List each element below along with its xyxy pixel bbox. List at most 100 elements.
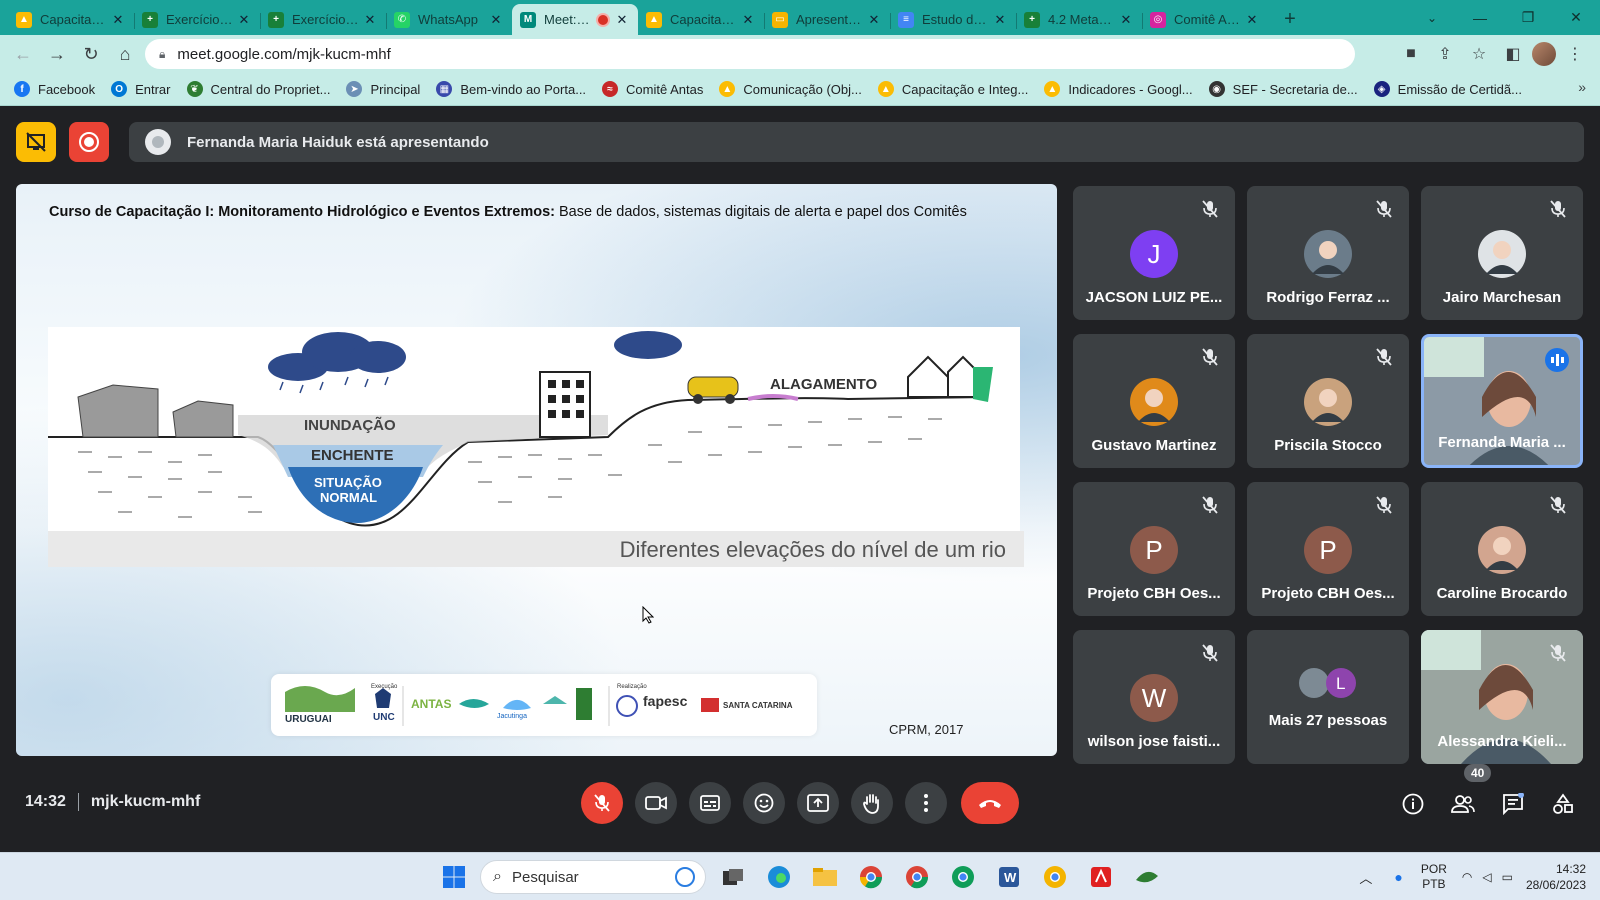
clock-date[interactable]: 14:32 28/06/2023 xyxy=(1526,861,1586,893)
chat-button[interactable] xyxy=(1493,784,1533,824)
browser-tab[interactable]: + Exercício para✕ xyxy=(134,4,260,35)
participant-tile[interactable]: Alessandra Kieli... xyxy=(1421,630,1583,764)
acrobat-icon[interactable] xyxy=(1086,862,1116,892)
input-language[interactable]: POR PTB xyxy=(1421,862,1447,892)
people-button[interactable] xyxy=(1443,784,1483,824)
reactions-button[interactable] xyxy=(743,782,785,824)
browser-tab[interactable]: ▲ Capacitação ✕ xyxy=(638,4,764,35)
share-icon[interactable]: ⇪ xyxy=(1430,39,1460,69)
taskbar-search[interactable]: ⌕ Pesquisar xyxy=(480,860,706,894)
chrome-profile-icon-3[interactable] xyxy=(1040,862,1070,892)
camera-toggle-button[interactable] xyxy=(635,782,677,824)
stop-presenting-button[interactable] xyxy=(16,122,56,162)
participant-tile[interactable]: Rodrigo Ferraz ... xyxy=(1247,186,1409,320)
bing-icon[interactable] xyxy=(675,867,695,887)
chrome-icon[interactable] xyxy=(856,862,886,892)
volume-icon[interactable]: ◁ xyxy=(1482,870,1491,884)
battery-icon[interactable]: ▭ xyxy=(1502,870,1513,884)
bookmark-item[interactable]: ➤ Principal xyxy=(346,81,420,97)
camera-in-use-icon[interactable]: ■ xyxy=(1396,39,1426,69)
bookmark-item[interactable]: ≈ Comitê Antas xyxy=(602,81,703,97)
address-bar[interactable]: 🔒︎ meet.google.com/mjk-kucm-mhf xyxy=(145,39,1355,69)
captions-button[interactable] xyxy=(689,782,731,824)
browser-tab[interactable]: + Exercício para✕ xyxy=(260,4,386,35)
participant-tile[interactable]: Caroline Brocardo xyxy=(1421,482,1583,616)
bookmark-item[interactable]: ◈ Emissão de Certidã... xyxy=(1373,81,1522,97)
bookmark-item[interactable]: ▲ Capacitação e Integ... xyxy=(877,81,1028,97)
side-panel-icon[interactable]: ◧ xyxy=(1498,39,1528,69)
tab-close-icon[interactable]: ✕ xyxy=(866,12,882,28)
tab-close-icon[interactable]: ✕ xyxy=(740,12,756,28)
wifi-icon[interactable]: ◠ xyxy=(1462,870,1472,884)
bookmark-item[interactable]: f Facebook xyxy=(14,81,95,97)
tab-close-icon[interactable]: ✕ xyxy=(362,12,378,28)
file-explorer-icon[interactable] xyxy=(810,862,840,892)
browser-tab[interactable]: ▲ Capacitação ✕ xyxy=(8,4,134,35)
chrome-profile-icon-2[interactable] xyxy=(948,862,978,892)
browser-tab[interactable]: +4.2 Metas do ✕ xyxy=(1016,4,1142,35)
tab-search-icon[interactable]: ⌄ xyxy=(1420,6,1444,30)
bookmark-label: Facebook xyxy=(38,81,96,97)
raise-hand-button[interactable] xyxy=(851,782,893,824)
close-window-icon[interactable]: ✕ xyxy=(1552,0,1600,35)
forward-icon[interactable]: → xyxy=(40,39,74,69)
browser-tab[interactable]: ✆ WhatsApp ✕ xyxy=(386,4,512,35)
taskbar-search-placeholder: Pesquisar xyxy=(511,868,579,886)
minimize-icon[interactable]: — xyxy=(1456,0,1504,35)
browser-tab[interactable]: ◎ Comitê Antas ✕ xyxy=(1142,4,1268,35)
back-icon[interactable]: ← xyxy=(6,39,40,69)
tab-close-icon[interactable]: ✕ xyxy=(992,12,1008,28)
reload-icon[interactable]: ↻ xyxy=(74,39,108,69)
tab-close-icon[interactable]: ✕ xyxy=(488,12,504,28)
windows-start-icon[interactable] xyxy=(439,862,469,892)
tab-close-icon[interactable]: ✕ xyxy=(236,12,252,28)
tab-close-icon[interactable]: ✕ xyxy=(110,12,126,28)
mic-toggle-button[interactable] xyxy=(581,782,623,824)
participant-tile[interactable]: Gustavo Martinez xyxy=(1073,334,1235,468)
new-tab-icon[interactable]: + xyxy=(1276,5,1304,33)
meeting-details-button[interactable] xyxy=(1393,784,1433,824)
leave-call-button[interactable] xyxy=(961,782,1019,824)
browser-tab[interactable]: M Meet: mjk-kucm-mhf ✕ xyxy=(512,4,638,35)
more-options-button[interactable] xyxy=(905,782,947,824)
menu-kebab-icon[interactable]: ⋮ xyxy=(1560,39,1590,69)
tab-close-icon[interactable]: ✕ xyxy=(1118,12,1134,28)
chrome-profile-icon[interactable] xyxy=(902,862,932,892)
bookmark-item[interactable]: O Entrar xyxy=(111,81,171,97)
participant-tile[interactable]: P Projeto CBH Oes... xyxy=(1073,482,1235,616)
participant-tile[interactable]: Fernanda Maria ... xyxy=(1421,334,1583,468)
app-leaf-icon[interactable] xyxy=(1132,862,1162,892)
microphone-icon[interactable]: ● xyxy=(1394,869,1402,885)
situacao-label: SITUAÇÃO xyxy=(314,475,382,490)
bookmarks-overflow-icon[interactable]: » xyxy=(1578,79,1586,95)
present-now-button[interactable] xyxy=(797,782,839,824)
browser-tab[interactable]: ≡ Estudo de Caso✕ xyxy=(890,4,1016,35)
browser-tab[interactable]: ▭ Apresentação✕ xyxy=(764,4,890,35)
bookmark-item[interactable]: ▲ Indicadores - Googl... xyxy=(1044,81,1193,97)
word-icon[interactable]: W xyxy=(994,862,1024,892)
tab-favicon-icon: ▭ xyxy=(772,11,788,28)
home-icon[interactable]: ⌂ xyxy=(108,39,142,69)
activities-button[interactable] xyxy=(1543,784,1583,824)
bookmark-item[interactable]: ▦ Bem-vindo ao Porta... xyxy=(436,81,586,97)
edge-icon[interactable] xyxy=(764,862,794,892)
lock-icon[interactable]: 🔒︎ xyxy=(159,47,165,62)
participant-tile[interactable]: P Projeto CBH Oes... xyxy=(1247,482,1409,616)
participant-tile[interactable]: Wwilson jose faisti... xyxy=(1073,630,1235,764)
logo-unc: UNC xyxy=(373,712,395,723)
bookmark-item[interactable]: ❦ Central do Propriet... xyxy=(186,81,330,97)
bookmark-item[interactable]: ◉ SEF - Secretaria de... xyxy=(1208,81,1358,97)
recording-button[interactable] xyxy=(69,122,109,162)
task-view-icon[interactable] xyxy=(718,862,748,892)
bookmark-item[interactable]: ▲ Comunicação (Obj... xyxy=(719,81,862,97)
tab-close-icon[interactable]: ✕ xyxy=(1244,12,1260,28)
profile-avatar[interactable] xyxy=(1532,42,1556,66)
participant-tile[interactable]: L Mais 27 pessoas xyxy=(1247,630,1409,764)
maximize-icon[interactable]: ❐ xyxy=(1504,0,1552,35)
participant-tile[interactable]: J JACSON LUIZ PE... xyxy=(1073,186,1235,320)
tab-close-icon[interactable]: ✕ xyxy=(614,12,630,28)
participant-tile[interactable]: Priscila Stocco xyxy=(1247,334,1409,468)
bookmark-star-icon[interactable]: ☆ xyxy=(1464,39,1494,69)
chevron-up-icon[interactable]: ︿ xyxy=(1359,868,1372,887)
participant-tile[interactable]: Jairo Marchesan xyxy=(1421,186,1583,320)
